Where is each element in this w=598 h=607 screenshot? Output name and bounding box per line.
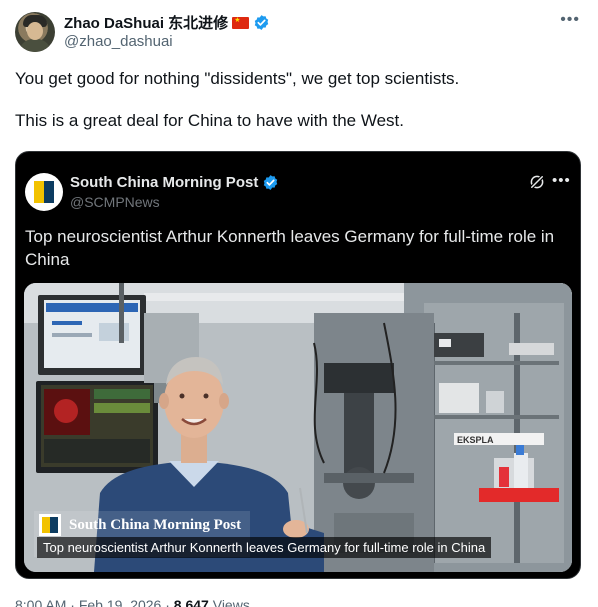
more-icon: ••• xyxy=(552,172,571,189)
scmp-logo-avatar[interactable] xyxy=(25,173,63,211)
verified-badge-icon[interactable] xyxy=(262,174,279,191)
china-flag-icon xyxy=(232,15,250,29)
quoted-more-options-button[interactable]: ••• xyxy=(552,172,571,189)
quoted-handle[interactable]: @SCMPNews xyxy=(70,194,160,210)
quoted-name-row: South China Morning Post xyxy=(70,174,279,191)
quoted-display-name[interactable]: South China Morning Post xyxy=(70,174,258,191)
quoted-media-image[interactable]: EKSPLA South China Morning Post Top neur… xyxy=(24,283,572,572)
watermark-text: South China Morning Post xyxy=(69,516,242,533)
post-paragraph: This is a great deal for China to have w… xyxy=(15,111,404,130)
meta-separator: · xyxy=(70,597,75,607)
views-count: 8,647 xyxy=(173,597,209,607)
author-display-name[interactable]: Zhao DaShuai 东北进修 xyxy=(64,12,228,33)
tweet: Zhao DaShuai 东北进修 @zhao_dashuai ••• You … xyxy=(0,0,598,607)
media-watermark: South China Morning Post xyxy=(39,514,241,536)
post-time[interactable]: 8:00 AM xyxy=(15,597,66,607)
grok-icon[interactable] xyxy=(528,173,546,191)
post-paragraph: You get good for nothing "dissidents", w… xyxy=(15,69,460,88)
quoted-text: Top neuroscientist Arthur Konnerth leave… xyxy=(25,227,555,269)
author-handle[interactable]: @zhao_dashuai xyxy=(64,33,173,50)
author-avatar[interactable] xyxy=(15,12,55,52)
media-caption: Top neuroscientist Arthur Konnerth leave… xyxy=(37,537,492,558)
meta-separator: · xyxy=(165,597,170,607)
equipment-label: EKSPLA xyxy=(457,435,494,445)
more-icon: ••• xyxy=(560,11,580,28)
quoted-post-card[interactable]: South China Morning Post @SCMPNews ••• T… xyxy=(15,151,581,579)
post-text: You get good for nothing "dissidents", w… xyxy=(15,68,585,131)
views-label: Views xyxy=(212,597,250,607)
post-meta: 8:00 AM · Feb 19, 2026 · 8,647 Views xyxy=(15,597,250,607)
more-options-button[interactable]: ••• xyxy=(560,12,580,28)
scmp-logo-icon xyxy=(39,514,61,536)
author-name-row: Zhao DaShuai 东北进修 xyxy=(64,12,270,33)
verified-badge-icon[interactable] xyxy=(253,14,270,31)
post-date[interactable]: Feb 19, 2026 xyxy=(79,597,162,607)
